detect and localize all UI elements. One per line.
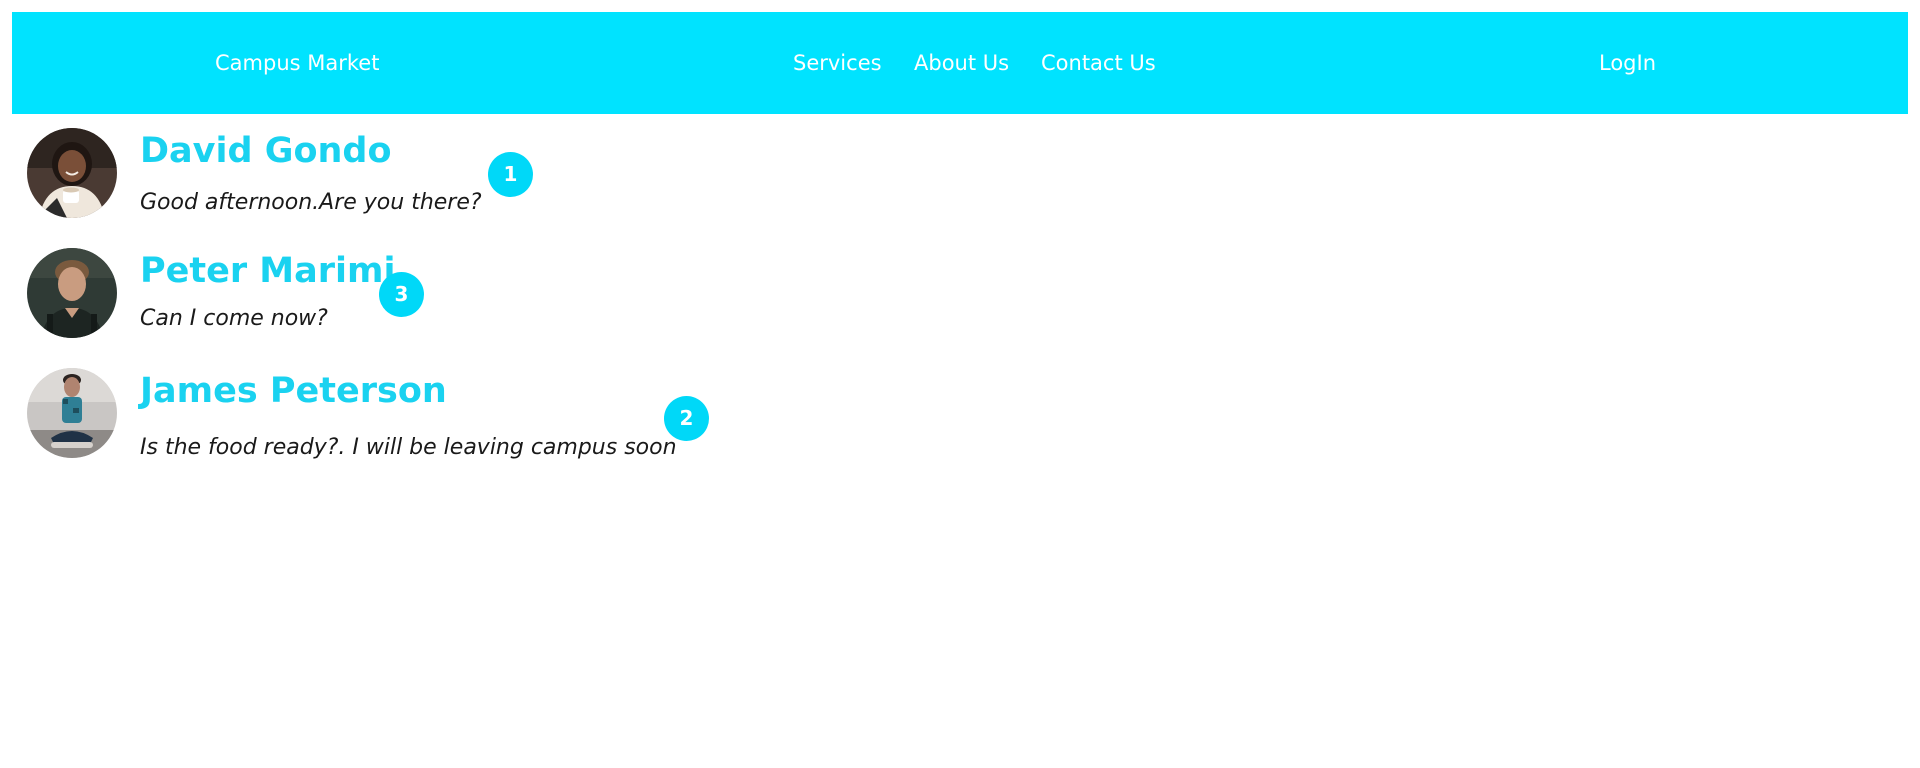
brand-logo-text[interactable]: Campus Market <box>215 50 379 76</box>
message-preview: Can I come now? <box>140 306 328 331</box>
conversation-item-david-gondo[interactable]: David Gondo Good afternoon.Are you there… <box>0 128 900 238</box>
conversation-item-peter-marimi[interactable]: Peter Marimi Can I come now? 3 <box>0 248 900 358</box>
message-preview: Good afternoon.Are you there? <box>140 190 482 215</box>
conversation-item-james-peterson[interactable]: James Peterson Is the food ready?. I wil… <box>0 368 900 478</box>
contact-name: Peter Marimi <box>140 251 396 291</box>
avatar <box>27 368 117 458</box>
contact-name: David Gondo <box>140 131 392 171</box>
login-link[interactable]: LogIn <box>1599 50 1656 76</box>
nav-link-contact-us[interactable]: Contact Us <box>1041 50 1156 76</box>
contact-name: James Peterson <box>140 371 447 411</box>
unread-count-badge: 1 <box>488 152 533 197</box>
unread-count-badge: 2 <box>664 396 709 441</box>
unread-count-badge: 3 <box>379 272 424 317</box>
nav-link-services[interactable]: Services <box>793 50 882 76</box>
top-navbar: Campus Market Services About Us Contact … <box>12 12 1908 114</box>
message-preview: Is the food ready?. I will be leaving ca… <box>140 435 677 460</box>
nav-link-about-us[interactable]: About Us <box>914 50 1009 76</box>
avatar <box>27 128 117 218</box>
avatar <box>27 248 117 338</box>
